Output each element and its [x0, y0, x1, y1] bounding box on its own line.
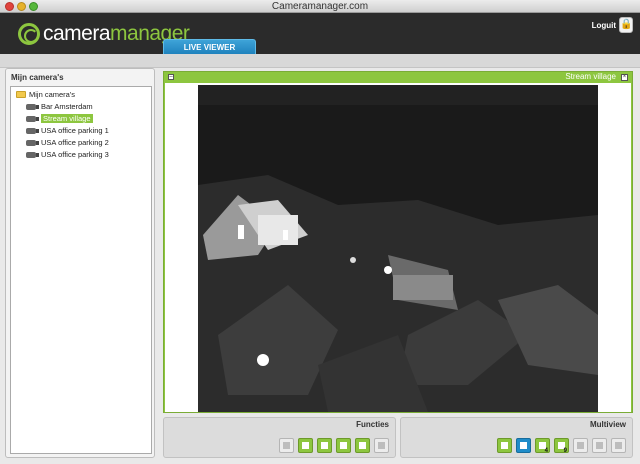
camera-label: USA office parking 2	[41, 138, 109, 147]
multiview-disabled-icon[interactable]	[611, 438, 626, 453]
video-area	[165, 83, 631, 412]
multiview-disabled-icon[interactable]	[573, 438, 588, 453]
logo-mark-icon	[18, 23, 40, 45]
viewer-titlebar: – Stream village ×	[164, 72, 632, 82]
functions-buttons	[279, 438, 389, 453]
camera-item-usa-office-parking-3[interactable]: USA office parking 3	[11, 149, 151, 161]
tree-root-label: Mijn camera's	[29, 90, 76, 99]
snapshot-camera-icon[interactable]	[298, 438, 313, 453]
multiview-disabled-icon[interactable]	[592, 438, 607, 453]
night-village-image	[198, 85, 598, 412]
tree-root[interactable]: Mijn camera's	[11, 89, 151, 101]
live-viewer-panel: – Stream village ×	[163, 71, 633, 413]
camera-list-panel: Mijn camera's Mijn camera's Bar Amsterda…	[5, 68, 155, 458]
layout-icon[interactable]	[355, 438, 370, 453]
microphone-icon[interactable]	[279, 438, 294, 453]
multiview-panel: Multiview 4 9	[400, 417, 633, 458]
camera-label-selected: Stream village	[41, 114, 93, 123]
app-header: cameramanager LIVE VIEWER Loguit 🔒	[0, 13, 640, 54]
minimize-icon[interactable]: –	[168, 74, 174, 80]
folder-icon	[16, 91, 26, 98]
close-icon[interactable]: ×	[621, 74, 628, 81]
camera-icon	[26, 151, 39, 158]
multiview-title: Multiview	[589, 420, 626, 429]
logout-link[interactable]: Loguit	[592, 20, 616, 32]
fullscreen-icon[interactable]	[336, 438, 351, 453]
camera-item-usa-office-parking-2[interactable]: USA office parking 2	[11, 137, 151, 149]
camera-icon	[26, 139, 39, 146]
functions-panel: Functies	[163, 417, 396, 458]
multiview-4-icon[interactable]: 4	[535, 438, 550, 454]
viewer-title: Stream village	[565, 72, 616, 81]
multiview-9-icon[interactable]: 9	[554, 438, 569, 454]
info-icon[interactable]	[374, 438, 389, 453]
camera-item-stream-village[interactable]: Stream village	[11, 113, 151, 125]
multiview-1-active-icon[interactable]	[516, 438, 531, 453]
window-titlebar: Cameramanager.com	[0, 0, 640, 13]
camera-label: USA office parking 3	[41, 150, 109, 159]
camera-feed[interactable]	[198, 85, 598, 412]
header-divider	[0, 54, 640, 68]
camera-icon	[26, 115, 39, 122]
camera-item-bar-amsterdam[interactable]: Bar Amsterdam	[11, 101, 151, 113]
camera-list-title: Mijn camera's	[11, 73, 64, 82]
camera-icon	[26, 103, 39, 110]
camera-tree: Mijn camera's Bar Amsterdam Stream villa…	[10, 86, 152, 454]
window-title: Cameramanager.com	[271, 1, 369, 12]
lock-icon[interactable]: 🔒	[619, 17, 633, 33]
tab-live-viewer[interactable]: LIVE VIEWER	[163, 39, 256, 54]
multiview-1-icon[interactable]	[497, 438, 512, 453]
camera-icon	[26, 127, 39, 134]
camera-label: USA office parking 1	[41, 126, 109, 135]
edit-icon[interactable]	[317, 438, 332, 453]
multiview-buttons: 4 9	[497, 438, 626, 454]
camera-label: Bar Amsterdam	[41, 102, 93, 111]
camera-item-usa-office-parking-1[interactable]: USA office parking 1	[11, 125, 151, 137]
functions-title: Functies	[356, 420, 389, 429]
